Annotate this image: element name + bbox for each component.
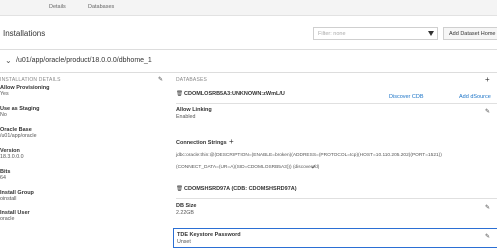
field-install-user: Install User oracle — [0, 210, 30, 222]
database-name: CDOMSHSRD97A (CDB: CDOMSHSRD97A) — [184, 186, 297, 192]
allow-linking-card: Allow Linking Enabled ✎ — [176, 103, 497, 123]
databases-panel: DATABASES + 🗑 CDOMLOSRB5A3:UNKNOWN:zWmL/… — [173, 74, 497, 251]
field-version: Version 18.3.0.0.0 — [0, 148, 24, 160]
tde-keystore-label: TDE Keystore Password — [177, 232, 241, 238]
add-dsource-link[interactable]: Add dSource — [459, 94, 491, 100]
database-trash-icon[interactable]: 🗑 — [176, 91, 183, 97]
field-install-group: Install Group oinstall — [0, 190, 34, 202]
dbhome-path: /u01/app/oracle/product/18.0.0.0/dbhome_… — [16, 57, 152, 64]
tab-details[interactable]: Details — [49, 4, 66, 10]
tde-keystore-card[interactable]: TDE Keystore Password Unset ✎ — [173, 228, 497, 248]
top-tab-bar: Details Databases — [0, 0, 497, 16]
database-name: CDOMLOSRB5A3:UNKNOWN:zWmL/U — [184, 91, 285, 97]
edit-pencil-icon[interactable]: ✎ — [485, 204, 490, 211]
db-size-label: DB Size — [176, 203, 197, 209]
edit-pencil-icon[interactable]: ✎ — [485, 108, 490, 115]
discover-cdb-link[interactable]: Discover CDB — [389, 94, 424, 100]
tde-keystore-value: Unset — [177, 239, 191, 245]
field-value: No — [0, 112, 7, 118]
connection-string-line: jdbc:oracle:thin:@(DESCRIPTION=(ENABLE=b… — [176, 153, 442, 158]
field-value: 64 — [0, 175, 6, 181]
database-row-1: 🗑 CDOMLOSRB5A3:UNKNOWN:zWmL/U — [176, 90, 497, 100]
installation-details-title: INSTALLATION DETAILS — [0, 77, 61, 83]
db-size-card: DB Size 2.22GB ✎ — [176, 198, 497, 222]
checkmark-icon[interactable]: ✓ — [311, 163, 317, 171]
tab-databases[interactable]: Databases — [88, 4, 114, 10]
field-value: /u01/app/oracle — [0, 133, 37, 139]
dbhome-row[interactable]: ⌄ /u01/app/oracle/product/18.0.0.0/dbhom… — [0, 50, 497, 73]
field-allow-provisioning: Allow Provisioning Yes — [0, 85, 50, 97]
databases-title: DATABASES — [176, 77, 208, 83]
db-size-value: 2.22GB — [176, 210, 194, 216]
filter-icon[interactable] — [428, 31, 434, 36]
connection-strings-title: Connection Strings — [176, 140, 227, 146]
database-trash-icon[interactable]: 🗑 — [176, 186, 183, 192]
connection-string-line: (CONNECT_DATA=(UR=A)(SID=CDOMLOSRB5A3)))… — [176, 165, 320, 170]
allow-linking-label: Allow Linking — [176, 107, 212, 113]
add-dataset-home-button[interactable]: Add Dataset Home — [443, 27, 497, 40]
field-value: oinstall — [0, 196, 17, 202]
add-connection-string-icon[interactable]: + — [229, 137, 234, 146]
filter-input[interactable]: Filter: none — [313, 27, 438, 40]
installation-details-panel: INSTALLATION DETAILS ✎ Allow Provisionin… — [0, 74, 169, 251]
allow-linking-value: Enabled — [176, 114, 196, 120]
field-value: oracle — [0, 216, 15, 222]
chevron-down-icon[interactable]: ⌄ — [5, 56, 12, 65]
add-database-plus-icon[interactable]: + — [485, 75, 490, 84]
page-title: Installations — [3, 29, 46, 38]
field-bits: Bits 64 — [0, 169, 10, 181]
installations-header: Installations Filter: none Add Dataset H… — [0, 16, 497, 50]
edit-pencil-icon[interactable]: ✎ — [158, 76, 163, 83]
edit-pencil-icon[interactable]: ✎ — [485, 233, 490, 240]
filter-placeholder: Filter: none — [318, 31, 346, 37]
field-value: 18.3.0.0.0 — [0, 154, 24, 160]
field-use-as-staging: Use as Staging No — [0, 106, 39, 118]
field-value: Yes — [0, 91, 9, 97]
field-oracle-base: Oracle Base /u01/app/oracle — [0, 127, 37, 139]
